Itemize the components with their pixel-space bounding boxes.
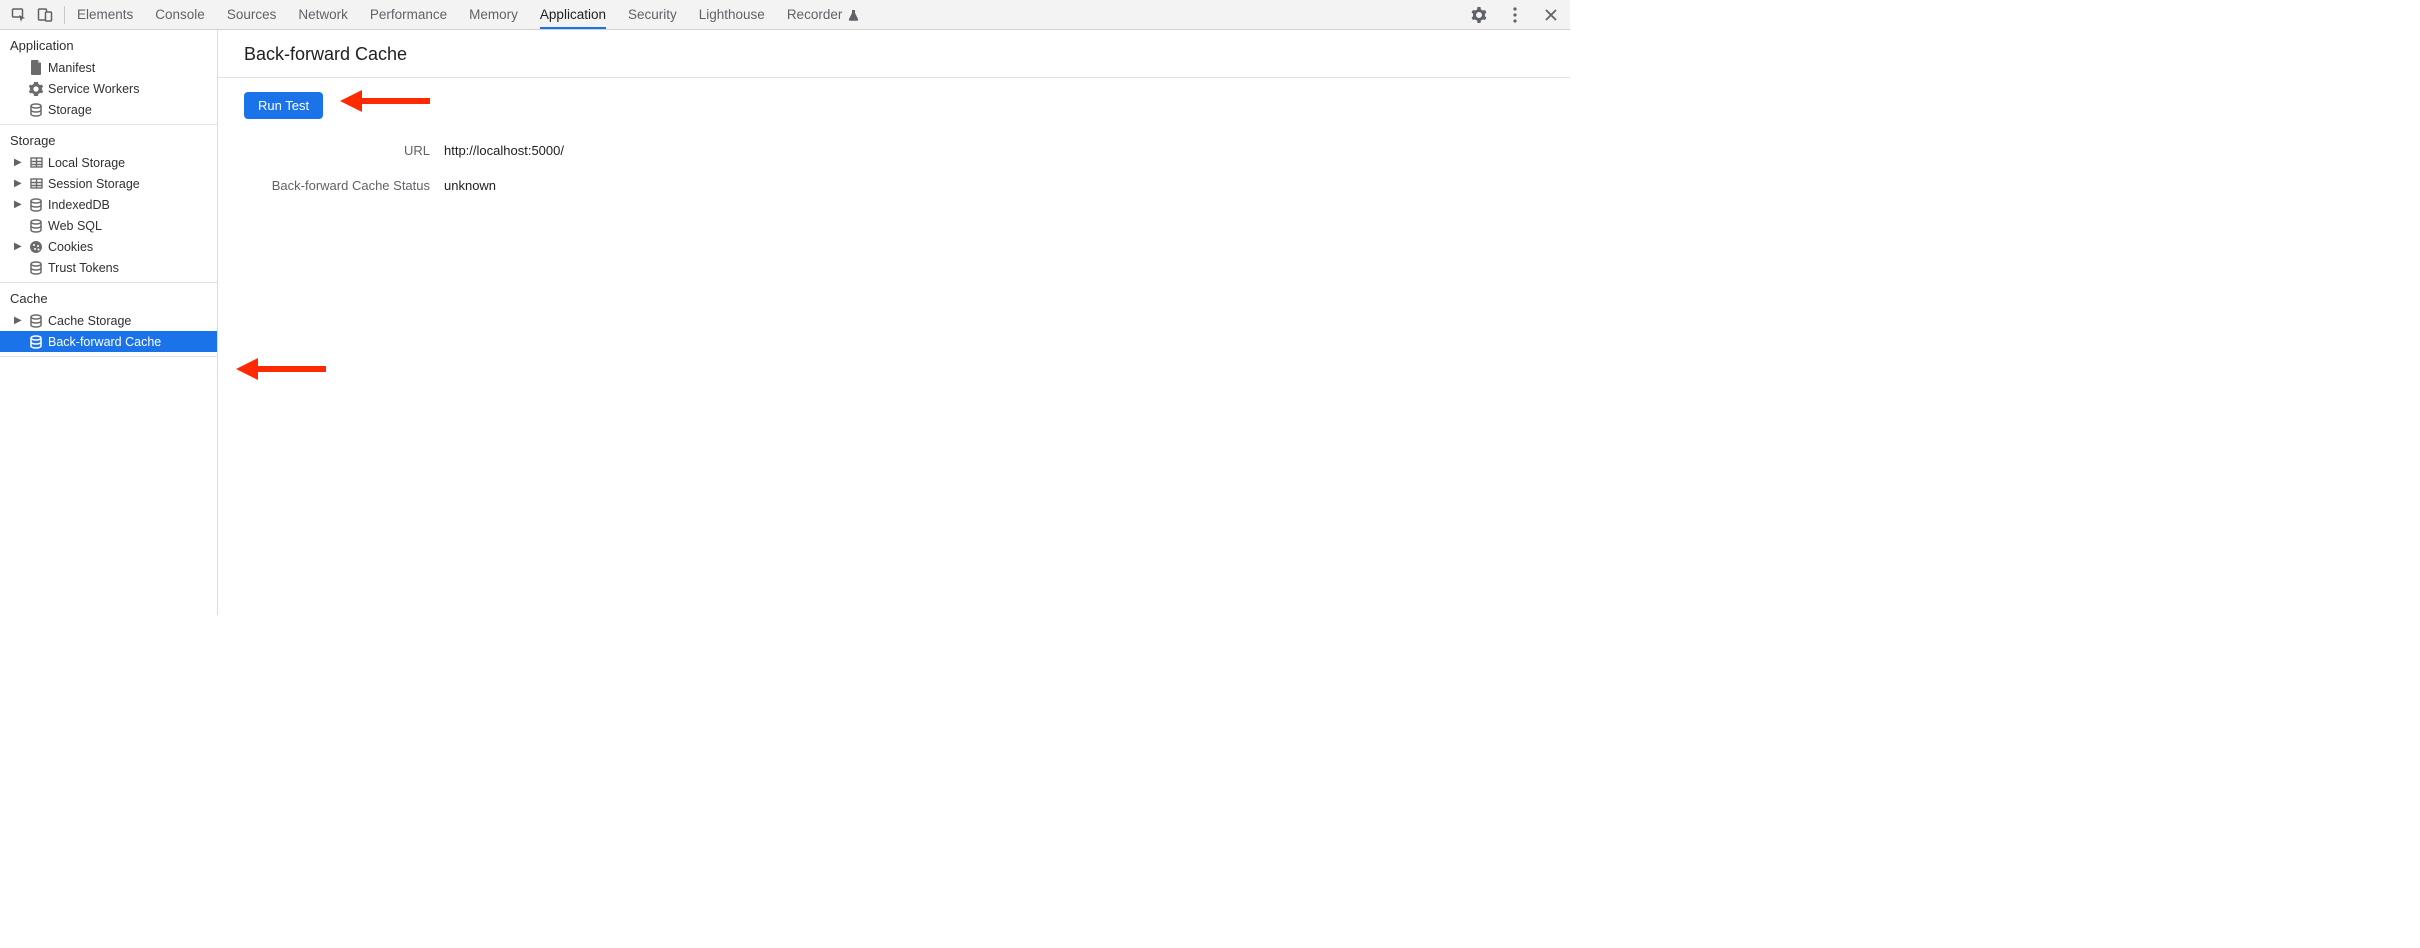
tab-console[interactable]: Console	[155, 1, 205, 28]
sidebar-item-label: Local Storage	[48, 156, 207, 170]
tab-application[interactable]: Application	[540, 1, 606, 28]
tab-recorder-label: Recorder	[787, 7, 843, 22]
sidebar-item-session-storage[interactable]: ▶ Session Storage	[0, 173, 217, 194]
sidebar-item-label: Session Storage	[48, 177, 207, 191]
sidebar-item-cookies[interactable]: ▶ Cookies	[0, 236, 217, 257]
sidebar-item-trust-tokens[interactable]: Trust Tokens	[0, 257, 217, 278]
tab-elements[interactable]: Elements	[77, 1, 133, 28]
sidebar-item-service-workers[interactable]: Service Workers	[0, 78, 217, 99]
bfcache-content: Run Test URL http://localhost:5000/ Back…	[218, 78, 1570, 207]
devtools-tabbar: Elements Console Sources Network Perform…	[0, 0, 1570, 30]
tab-security[interactable]: Security	[628, 1, 677, 28]
sidebar-item-websql[interactable]: Web SQL	[0, 215, 217, 236]
sidebar-item-manifest[interactable]: Manifest	[0, 57, 217, 78]
expand-arrow-icon: ▶	[14, 315, 24, 326]
sidebar-item-label: Service Workers	[48, 82, 207, 96]
sidebar-section-title-storage: Storage	[0, 125, 217, 152]
database-icon	[28, 198, 44, 212]
sidebar-item-label: Cookies	[48, 240, 207, 254]
sidebar-item-label: Manifest	[48, 61, 207, 75]
table-icon	[28, 178, 44, 189]
database-icon	[28, 219, 44, 233]
page-title: Back-forward Cache	[218, 30, 1570, 77]
sidebar-section-cache: Cache ▶ Cache Storage Back-forward Cache	[0, 283, 217, 357]
file-icon	[28, 60, 44, 75]
sidebar-item-label: Back-forward Cache	[48, 335, 207, 349]
sidebar-item-label: Cache Storage	[48, 314, 207, 328]
application-sidebar: Application Manifest Service Workers	[0, 30, 218, 615]
sidebar-item-cache-storage[interactable]: ▶ Cache Storage	[0, 310, 217, 331]
database-icon	[28, 314, 44, 328]
cookie-icon	[28, 240, 44, 254]
database-icon	[28, 335, 44, 349]
gear-icon[interactable]	[1466, 2, 1492, 28]
status-label: Back-forward Cache Status	[244, 178, 444, 193]
sidebar-item-label: Storage	[48, 103, 207, 117]
url-label: URL	[244, 143, 444, 158]
tab-sources[interactable]: Sources	[227, 1, 277, 28]
sidebar-section-title-application: Application	[0, 30, 217, 57]
expand-arrow-icon: ▶	[14, 157, 24, 168]
tab-network[interactable]: Network	[298, 1, 348, 28]
tab-lighthouse[interactable]: Lighthouse	[699, 1, 765, 28]
sidebar-item-bfcache[interactable]: Back-forward Cache	[0, 331, 217, 352]
tab-performance[interactable]: Performance	[370, 1, 447, 28]
table-icon	[28, 157, 44, 168]
sidebar-item-label: Trust Tokens	[48, 261, 207, 275]
flask-icon	[848, 9, 859, 21]
main-panel: Back-forward Cache Run Test URL http://l…	[218, 30, 1570, 615]
expand-arrow-icon: ▶	[14, 199, 24, 210]
tab-memory[interactable]: Memory	[469, 1, 518, 28]
bfcache-details: URL http://localhost:5000/ Back-forward …	[244, 143, 1544, 193]
sidebar-item-storage[interactable]: Storage	[0, 99, 217, 120]
expand-arrow-icon: ▶	[14, 241, 24, 252]
inspect-element-icon[interactable]	[6, 2, 32, 28]
kebab-menu-icon[interactable]	[1502, 2, 1528, 28]
database-icon	[28, 261, 44, 275]
database-icon	[28, 103, 44, 117]
run-test-button[interactable]: Run Test	[244, 92, 323, 119]
sidebar-item-label: Web SQL	[48, 219, 207, 233]
toolbar-right	[1466, 2, 1564, 28]
status-value: unknown	[444, 178, 1544, 193]
sidebar-section-storage: Storage ▶ Local Storage ▶ Session Storag…	[0, 125, 217, 283]
tab-recorder[interactable]: Recorder	[787, 1, 860, 28]
url-value: http://localhost:5000/	[444, 143, 1544, 158]
sidebar-item-indexeddb[interactable]: ▶ IndexedDB	[0, 194, 217, 215]
sidebar-item-local-storage[interactable]: ▶ Local Storage	[0, 152, 217, 173]
sidebar-item-label: IndexedDB	[48, 198, 207, 212]
close-icon[interactable]	[1538, 2, 1564, 28]
sidebar-section-application: Application Manifest Service Workers	[0, 30, 217, 125]
device-toolbar-icon[interactable]	[32, 2, 58, 28]
expand-arrow-icon: ▶	[14, 178, 24, 189]
panel-tabs: Elements Console Sources Network Perform…	[77, 1, 859, 28]
sidebar-section-title-cache: Cache	[0, 283, 217, 310]
gear-icon	[28, 82, 44, 96]
toolbar-divider	[64, 6, 65, 24]
